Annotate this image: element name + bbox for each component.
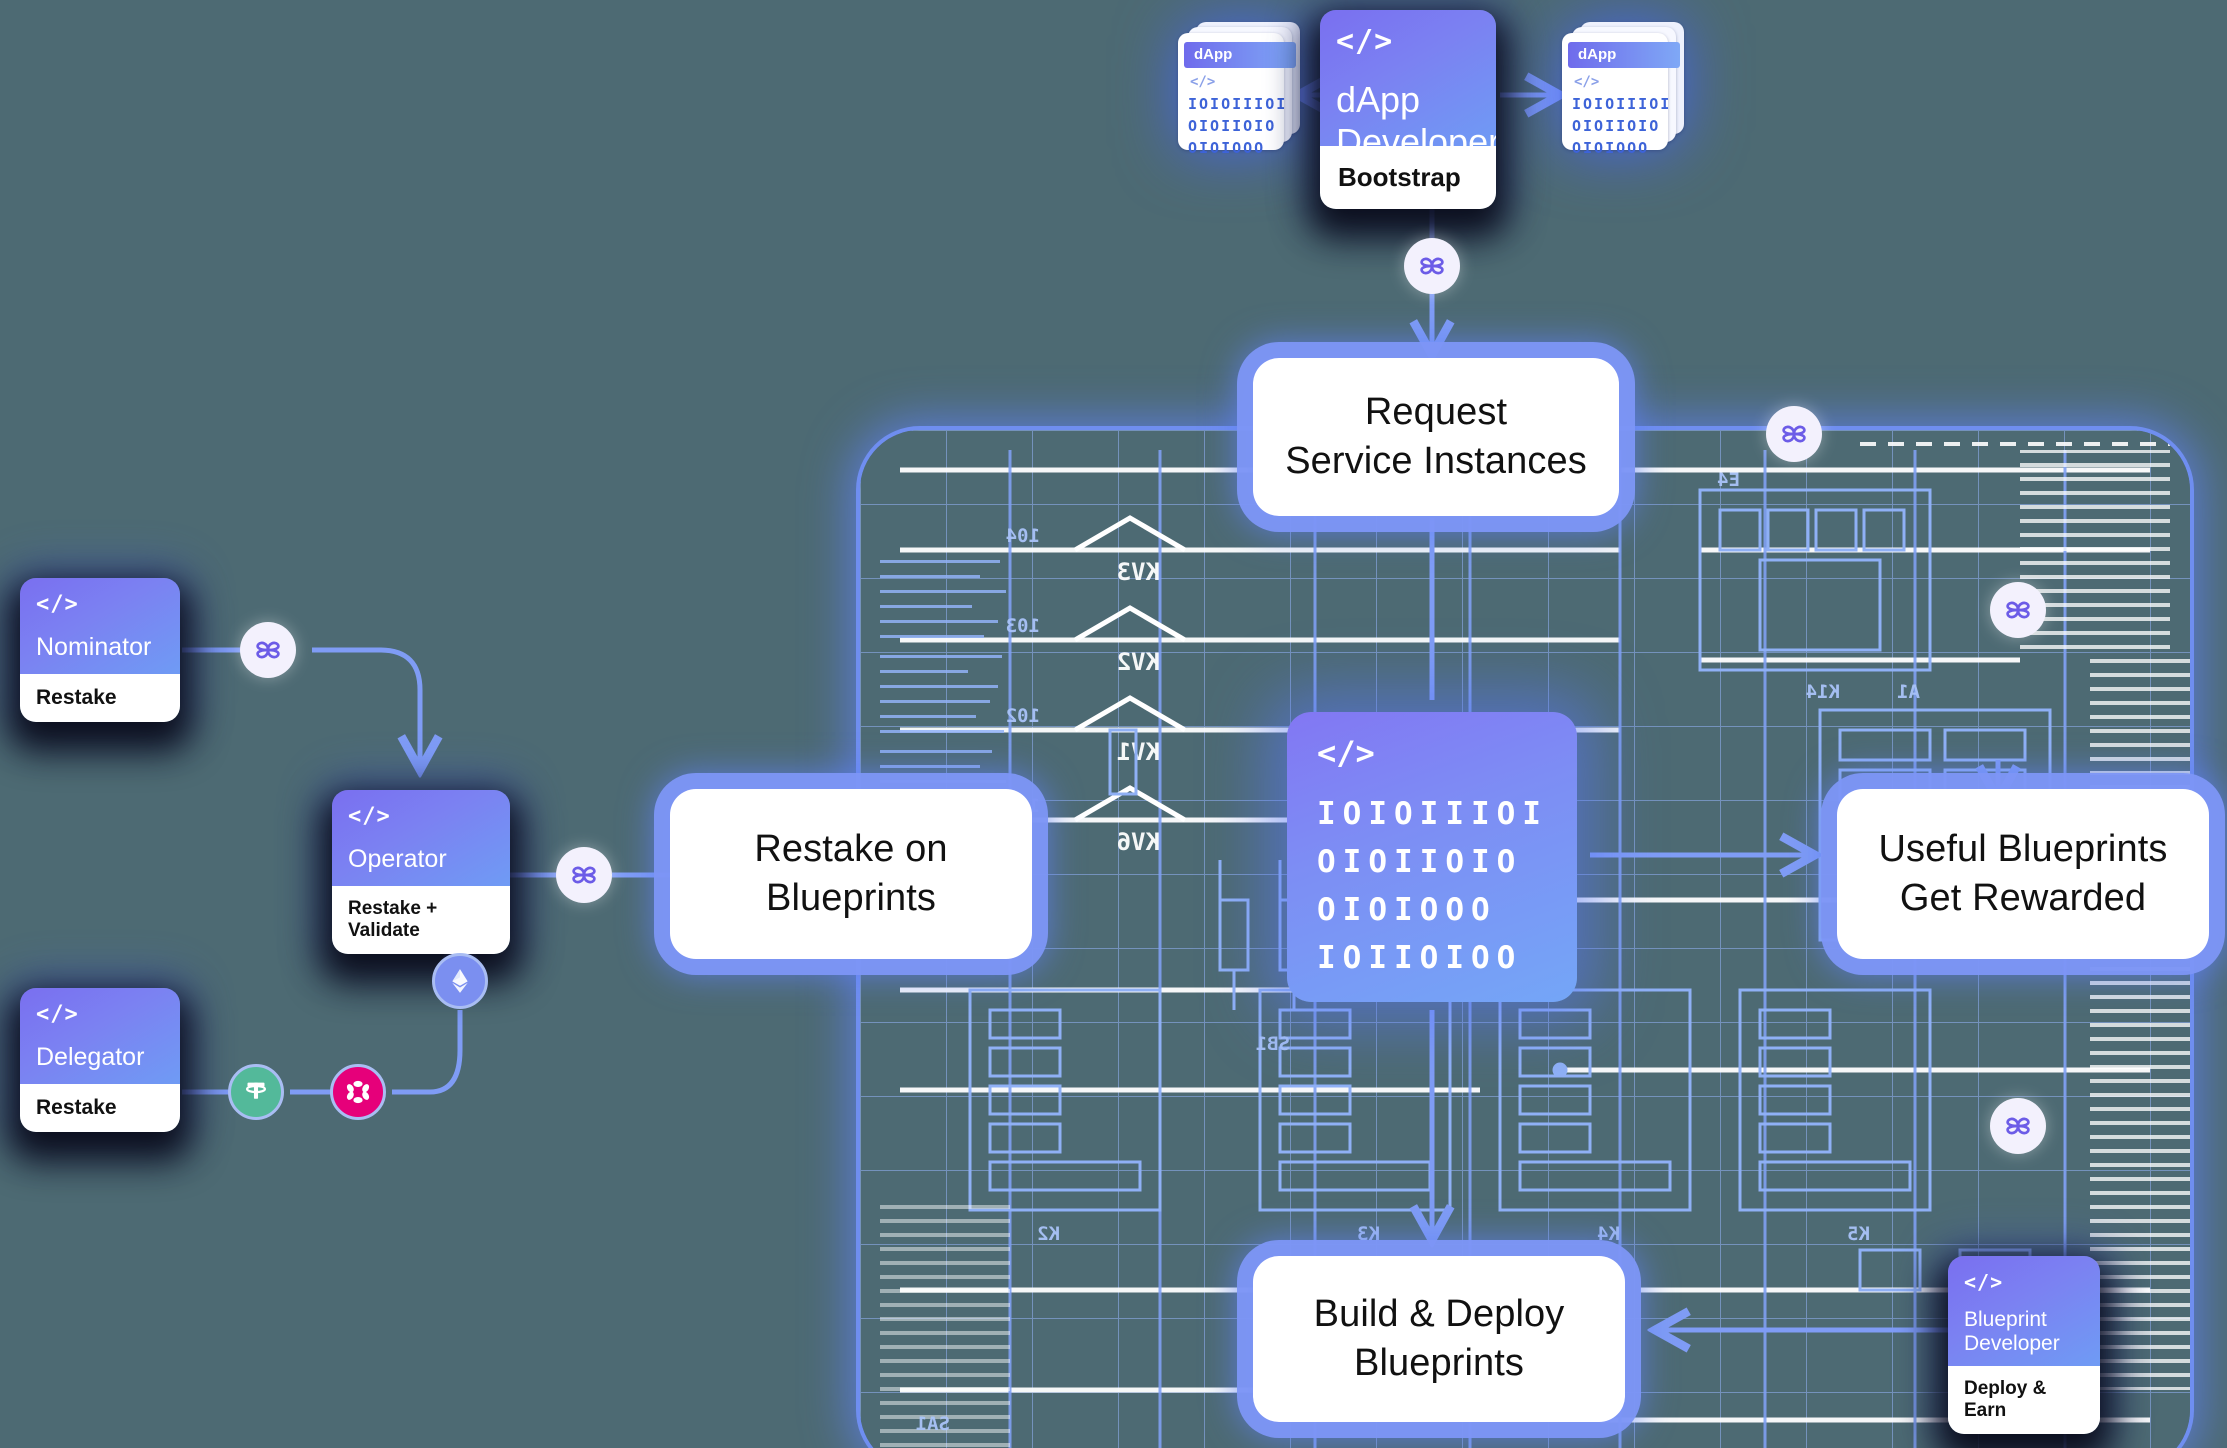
card-title: Operator xyxy=(348,845,447,873)
card-operator[interactable]: </> Operator Restake + Validate xyxy=(332,790,510,954)
svg-text:K4: K4 xyxy=(1597,1223,1620,1245)
tangle-logo-icon xyxy=(2006,1117,2030,1135)
badge-tangle-mid-right xyxy=(1990,582,2046,638)
card-action: Restake xyxy=(20,674,180,722)
code-icon: </> xyxy=(1964,1270,2004,1294)
card-header: </> Nominator xyxy=(20,578,180,674)
core-binary: IOIOIIIOI OIOIIOIO OIOIOOO IOIIOIOO xyxy=(1317,796,1548,977)
stage-label: Request Service Instances xyxy=(1285,391,1587,482)
svg-text:102: 102 xyxy=(1006,705,1040,727)
token-tether xyxy=(228,1064,284,1120)
polkadot-icon xyxy=(346,1080,370,1104)
svg-text:KV6: KV6 xyxy=(1117,828,1160,856)
svg-text:KV3: KV3 xyxy=(1117,558,1160,586)
tangle-logo-icon xyxy=(572,866,596,884)
card-dapp-developer[interactable]: </> dApp Developer Bootstrap xyxy=(1320,10,1496,209)
stage-label: Build & Deploy Blueprints xyxy=(1313,1293,1565,1384)
code-icon: </> xyxy=(1574,74,1600,90)
tangle-logo-icon xyxy=(1782,425,1806,443)
card-title-line2: Developer xyxy=(1964,1332,2060,1355)
badge-tangle-dapp-dev xyxy=(1404,238,1460,294)
svg-text:K14: K14 xyxy=(1806,681,1840,703)
card-action: Restake xyxy=(20,1084,180,1132)
token-ethereum xyxy=(432,953,488,1009)
dapp-stack-left: dApp </> IOIOIIIOI OIOIIOIO OIOIOOO xyxy=(1178,22,1302,157)
tangle-logo-icon xyxy=(2006,601,2030,619)
tether-icon xyxy=(245,1082,267,1099)
card-header: </> Delegator xyxy=(20,988,180,1084)
svg-text:KV2: KV2 xyxy=(1117,648,1160,676)
code-icon: </> xyxy=(1190,74,1216,90)
card-title-line2: Developer xyxy=(1336,121,1496,163)
card-header: </> dApp Developer xyxy=(1320,10,1496,162)
card-title-line1: Blueprint xyxy=(1964,1308,2047,1331)
badge-tangle-bottom-right xyxy=(1990,1098,2046,1154)
card-action: Deploy & Earn xyxy=(1948,1366,2100,1434)
code-icon: </> xyxy=(348,804,391,829)
dapp-binary: IOIOIIIOI OIOIIOIO OIOIOOO xyxy=(1188,95,1288,157)
svg-text:K5: K5 xyxy=(1847,1223,1870,1245)
svg-text:E4: E4 xyxy=(1717,469,1740,491)
card-header: </> Operator xyxy=(332,790,510,886)
diagram-canvas: KV3 KV2 KV1 KV6 104 103 102 K14 A1 E4 K2… xyxy=(0,0,2227,1448)
dapp-stack-right: dApp </> IOIOIIIOI OIOIIOIO OIOIOOO xyxy=(1562,22,1686,157)
card-header: </> Blueprint Developer xyxy=(1948,1256,2100,1366)
card-delegator[interactable]: </> Delegator Restake xyxy=(20,988,180,1132)
badge-tangle-operator-out xyxy=(556,847,612,903)
stage-label: Useful Blueprints Get Rewarded xyxy=(1878,828,2168,919)
dapp-label: dApp xyxy=(1184,42,1296,68)
card-action: Restake + Validate xyxy=(332,886,510,954)
code-icon: </> xyxy=(1317,734,1375,772)
svg-text:103: 103 xyxy=(1006,615,1040,637)
stage-label: Restake on Blueprints xyxy=(754,828,948,919)
stage-request-service-instances[interactable]: Request Service Instances xyxy=(1253,358,1619,516)
svg-text:K3: K3 xyxy=(1357,1223,1380,1245)
card-title: Nominator xyxy=(36,633,152,661)
tangle-logo-icon xyxy=(1420,257,1444,275)
svg-text:SA1: SA1 xyxy=(916,1413,950,1435)
stage-useful-blueprints-get-rewarded[interactable]: Useful Blueprints Get Rewarded xyxy=(1837,789,2209,959)
stage-restake-on-blueprints[interactable]: Restake on Blueprints xyxy=(670,789,1032,959)
badge-tangle-nominator xyxy=(240,622,296,678)
ethereum-icon xyxy=(452,969,468,993)
token-polkadot xyxy=(330,1064,386,1120)
dapp-label: dApp xyxy=(1568,42,1680,68)
svg-text:KV1: KV1 xyxy=(1117,738,1160,766)
svg-text:SB1: SB1 xyxy=(1256,1033,1290,1055)
card-nominator[interactable]: </> Nominator Restake xyxy=(20,578,180,722)
svg-text:104: 104 xyxy=(1006,525,1040,547)
badge-tangle-top-right xyxy=(1766,406,1822,462)
svg-text:A1: A1 xyxy=(1897,681,1920,703)
svg-text:K2: K2 xyxy=(1037,1223,1060,1245)
card-blueprint-developer[interactable]: </> Blueprint Developer Deploy & Earn xyxy=(1948,1256,2100,1434)
stage-build-and-deploy-blueprints[interactable]: Build & Deploy Blueprints xyxy=(1253,1256,1625,1422)
dapp-binary: IOIOIIIOI OIOIIOIO OIOIOOO xyxy=(1572,95,1672,157)
card-title-line1: dApp xyxy=(1336,79,1421,120)
code-icon: </> xyxy=(36,592,79,617)
tangle-logo-icon xyxy=(256,641,280,659)
code-icon: </> xyxy=(36,1002,79,1027)
code-icon: </> xyxy=(1336,24,1394,59)
card-title: Delegator xyxy=(36,1043,145,1071)
core-blueprint-binary-card: </> IOIOIIIOI OIOIIOIO OIOIOOO IOIIOIOO xyxy=(1287,712,1577,1002)
